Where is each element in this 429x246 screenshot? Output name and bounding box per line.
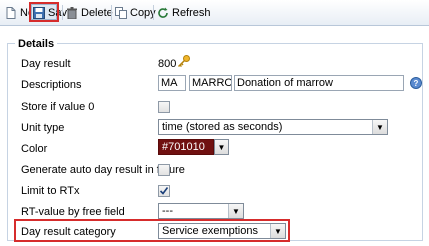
store-if-zero-checkbox[interactable] <box>158 101 170 113</box>
trash-icon <box>66 6 78 19</box>
store-if-zero-label: Store if value 0 <box>21 101 95 113</box>
chevron-down-icon: ▼ <box>228 204 243 218</box>
new-document-icon <box>5 6 17 19</box>
description-short-input[interactable]: MA <box>158 75 186 91</box>
descriptions-label: Descriptions <box>21 79 82 91</box>
refresh-button[interactable]: Refresh <box>157 4 211 21</box>
help-icon[interactable]: ? <box>410 77 422 92</box>
limit-rtx-checkbox[interactable] <box>158 185 170 197</box>
save-highlight-box <box>29 2 59 22</box>
generate-auto-checkbox[interactable] <box>158 164 170 176</box>
toolbar: New Save Delete Copy Refresh <box>0 0 429 26</box>
description-code-input[interactable]: MARROW <box>189 75 232 91</box>
delete-button[interactable]: Delete <box>66 4 113 21</box>
rt-value-select[interactable]: --- ▼ <box>158 203 244 219</box>
day-result-value: 800 <box>158 58 177 70</box>
checkmark-icon <box>159 187 169 195</box>
rt-value-label: RT-value by free field <box>21 206 125 218</box>
toolbar-separator <box>153 5 154 20</box>
delete-button-label: Delete <box>81 6 113 19</box>
color-label: Color <box>21 143 48 155</box>
toolbar-separator <box>111 5 112 20</box>
description-text-input[interactable]: Donation of marrow <box>234 75 404 91</box>
unit-type-select[interactable]: time (stored as seconds) ▼ <box>158 119 388 135</box>
svg-text:?: ? <box>414 79 419 88</box>
key-icon[interactable] <box>177 54 191 71</box>
copy-button-label: Copy <box>130 6 156 19</box>
category-highlight-box <box>14 219 290 242</box>
limit-rtx-label: Limit to RTx <box>21 185 80 197</box>
color-picker-dropdown[interactable]: ▼ <box>214 139 229 155</box>
refresh-icon <box>157 7 169 19</box>
chevron-down-icon: ▼ <box>215 140 228 154</box>
toolbar-separator <box>62 5 63 20</box>
copy-icon <box>115 6 127 19</box>
day-result-label: Day result <box>21 58 71 70</box>
refresh-button-label: Refresh <box>172 6 211 19</box>
unit-type-value: time (stored as seconds) <box>162 121 283 133</box>
chevron-down-icon: ▼ <box>372 120 387 134</box>
details-legend: Details <box>15 38 58 50</box>
copy-button[interactable]: Copy <box>115 4 156 21</box>
unit-type-label: Unit type <box>21 122 65 134</box>
color-value-field[interactable]: #701010 <box>158 139 214 155</box>
rt-value-value: --- <box>162 205 173 217</box>
